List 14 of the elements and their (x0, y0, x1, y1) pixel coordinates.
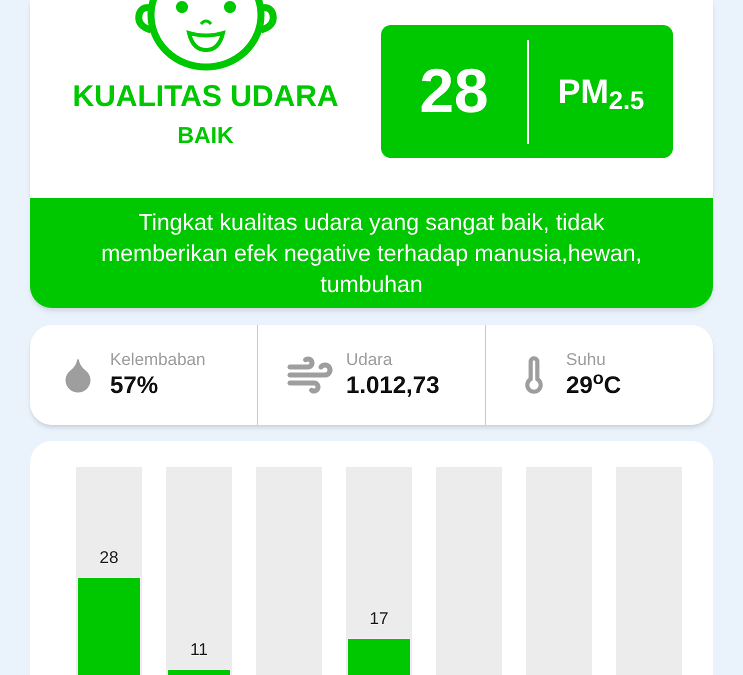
description-text: Tingkat kualitas udara yang sangat baik, tidak memberikan efek negative terhadap manusia,hewan, tumbuhan (100, 208, 643, 298)
bar-value-label: 28 (98, 548, 120, 566)
bar-value-label: 17 (368, 610, 390, 627)
air-quality-title: KUALITAS UDARA (72, 82, 339, 112)
stat-label: Udara (346, 349, 394, 371)
stat-label: Suhu (566, 349, 607, 371)
air-quality-status: BAIK (177, 124, 234, 147)
stat-value: 1.012,73 (346, 370, 440, 401)
bar-value-label: 11 (189, 641, 209, 658)
stat-label: Kelembaban (110, 349, 206, 371)
stat-value: 29$^{o}$C (566, 370, 622, 401)
pm-unit: PM$_{2.5}$ (558, 74, 644, 108)
stat-value: 57% (110, 370, 160, 401)
pm-value: 28 (420, 60, 488, 122)
